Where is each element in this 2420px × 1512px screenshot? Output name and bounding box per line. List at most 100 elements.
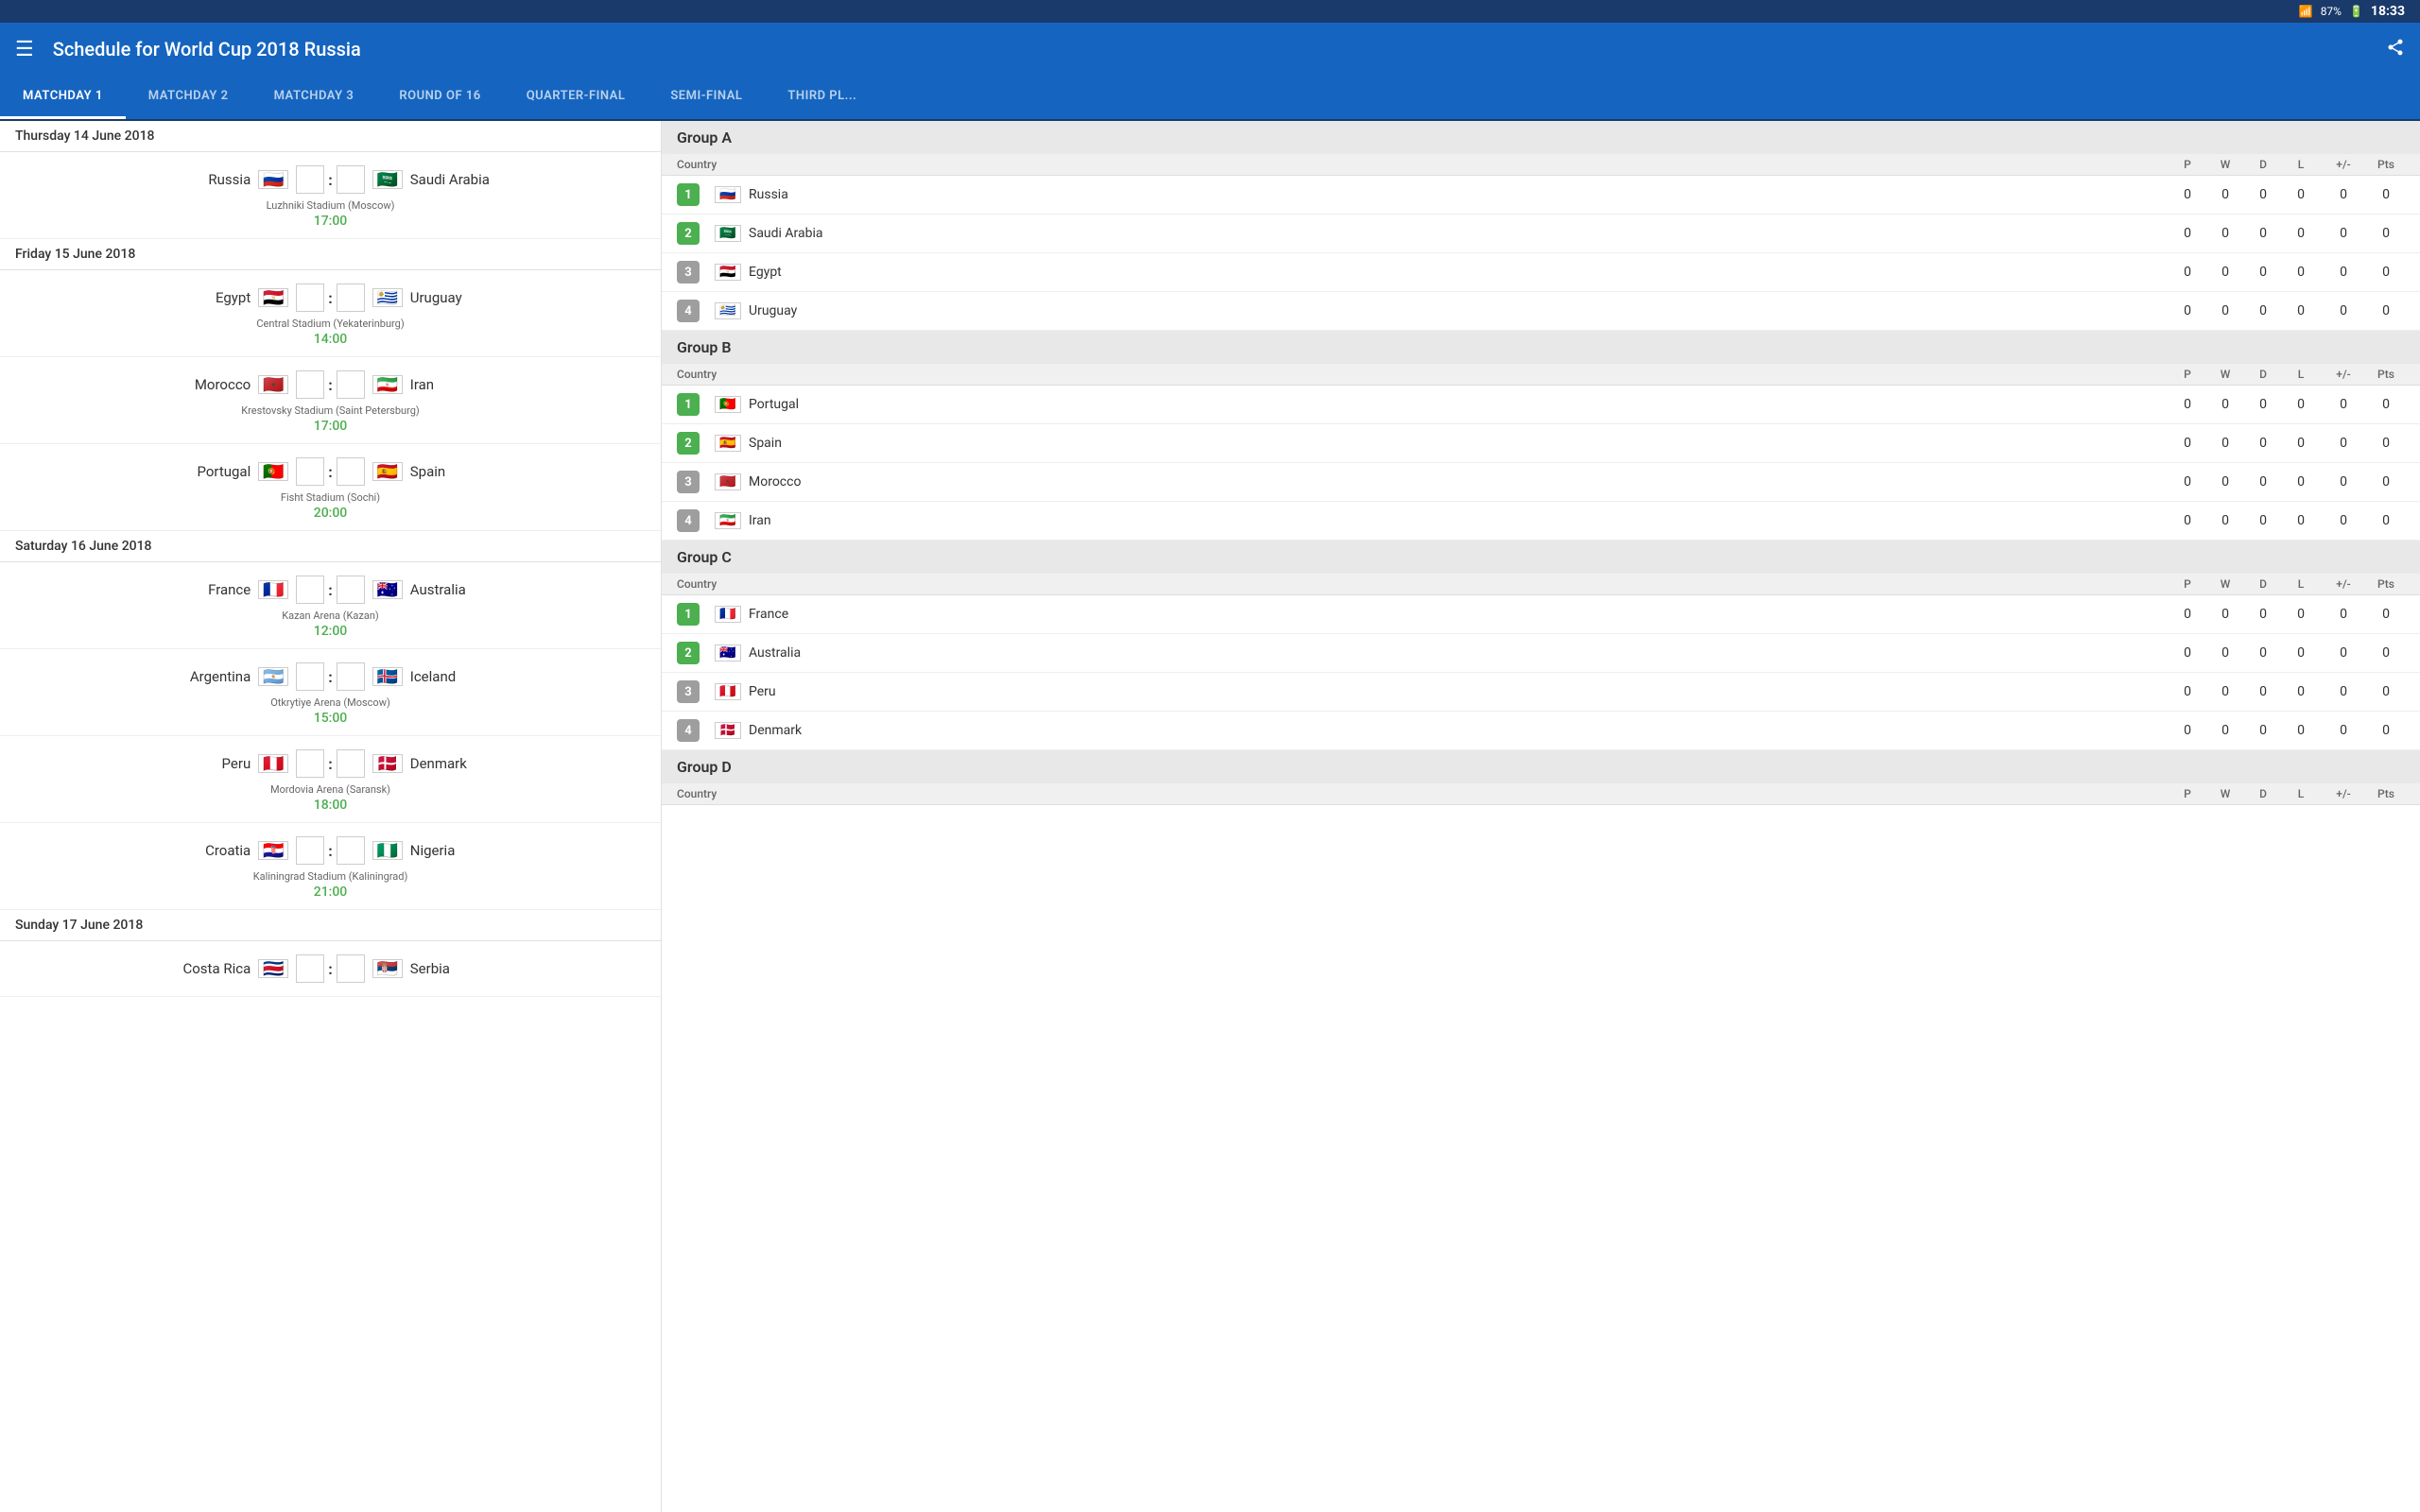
rank-badge: 1 [677, 183, 700, 206]
share-icon[interactable] [2386, 38, 2405, 61]
column-header-pts: Pts [2367, 368, 2405, 381]
rank-badge: 4 [677, 300, 700, 322]
tab-matchday3[interactable]: MATCHDAY 3 [251, 76, 377, 119]
country-flag: 🇵🇹 [715, 396, 741, 413]
stat-cell-pts: 0 [2367, 723, 2405, 738]
stat-cell-pts: 0 [2367, 303, 2405, 318]
team1-flag: 🇫🇷 [258, 580, 288, 599]
match-item: Portugal🇵🇹:🇪🇸SpainFisht Stadium (Sochi)2… [0, 444, 661, 531]
group-team-row: 4🇩🇰Denmark000000 [662, 712, 2420, 750]
column-header-d: D [2244, 577, 2282, 591]
group-header: Group A [662, 121, 2420, 154]
clock: 18:33 [2371, 4, 2405, 19]
group-team-row: 1🇵🇹Portugal000000 [662, 386, 2420, 424]
column-header-d: D [2244, 368, 2282, 381]
tab-round16[interactable]: ROUND OF 16 [376, 76, 503, 119]
column-header-w: W [2206, 368, 2244, 381]
wifi-icon: 📶 [2299, 5, 2313, 18]
hamburger-menu-icon[interactable]: ☰ [15, 38, 34, 61]
column-header-country: Country [677, 368, 2169, 381]
match-teams: Russia🇷🇺:🇸🇦Saudi Arabia [0, 162, 661, 198]
match-time: 21:00 [0, 885, 661, 900]
match-stadium: Otkrytiye Arena (Moscow) [0, 695, 661, 711]
stat-cell-d: 0 [2244, 303, 2282, 318]
day-header: Saturday 16 June 2018 [0, 531, 661, 562]
score-separator: : [328, 289, 333, 307]
stat-cell-w: 0 [2206, 226, 2244, 241]
score-box: : [296, 749, 365, 778]
group-table-header: CountryPWDL+/-Pts [662, 154, 2420, 176]
tab-quarter[interactable]: QUARTER-FINAL [504, 76, 648, 119]
day-header: Sunday 17 June 2018 [0, 910, 661, 941]
stat-cell-d: 0 [2244, 397, 2282, 412]
group-team-row: 3🇪🇬Egypt000000 [662, 253, 2420, 292]
team2-flag: 🇩🇰 [372, 754, 403, 773]
stat-cell-p: 0 [2169, 607, 2206, 622]
rank-badge: 3 [677, 680, 700, 703]
column-header-d: D [2244, 158, 2282, 171]
country-cell: 🇮🇷Iran [715, 512, 2169, 529]
main-content: Thursday 14 June 2018Russia🇷🇺:🇸🇦Saudi Ar… [0, 121, 2420, 1512]
team2-name: Iran [410, 376, 505, 393]
group-team-row: 4🇮🇷Iran000000 [662, 502, 2420, 541]
team1-flag: 🇨🇷 [258, 959, 288, 978]
team2-name: Serbia [410, 960, 505, 977]
stat-cell-l: 0 [2282, 265, 2320, 280]
country-cell: 🇷🇺Russia [715, 186, 2169, 203]
stat-cell-p: 0 [2169, 684, 2206, 699]
group-team-row: 2🇸🇦Saudi Arabia000000 [662, 215, 2420, 253]
stat-cell-l: 0 [2282, 397, 2320, 412]
country-name: Iran [749, 513, 771, 528]
country-name: France [749, 607, 788, 622]
team2-flag: 🇷🇸 [372, 959, 403, 978]
stat-cell-pts: 0 [2367, 645, 2405, 661]
group-section-group-b: Group BCountryPWDL+/-Pts1🇵🇹Portugal00000… [662, 331, 2420, 541]
rank-badge: 2 [677, 432, 700, 455]
country-name: Uruguay [749, 303, 797, 318]
tab-third[interactable]: THIRD PL... [765, 76, 879, 119]
tab-matchday2[interactable]: MATCHDAY 2 [126, 76, 251, 119]
status-bar: 📶 87% 🔋 18:33 [0, 0, 2420, 23]
score-team2 [337, 662, 365, 691]
rank-badge: 3 [677, 471, 700, 493]
stat-cell-pts: 0 [2367, 265, 2405, 280]
country-name: Russia [749, 187, 788, 202]
stat-cell-d: 0 [2244, 436, 2282, 451]
score-box: : [296, 165, 365, 194]
group-table-header: CountryPWDL+/-Pts [662, 364, 2420, 386]
stat-cell-p: 0 [2169, 723, 2206, 738]
stat-cell-pts: 0 [2367, 226, 2405, 241]
stat-cell-d: 0 [2244, 187, 2282, 202]
column-header-pts: Pts [2367, 787, 2405, 800]
team1-name: Morocco [156, 376, 251, 393]
score-separator: : [328, 668, 333, 686]
stat-cell-gd: 0 [2320, 645, 2367, 661]
match-item: France🇫🇷:🇦🇺AustraliaKazan Arena (Kazan)1… [0, 562, 661, 649]
team1-flag: 🇲🇦 [258, 375, 288, 394]
stat-cell-l: 0 [2282, 645, 2320, 661]
group-team-row: 2🇦🇺Australia000000 [662, 634, 2420, 673]
column-header-+/-: +/- [2320, 787, 2367, 800]
matches-panel: Thursday 14 June 2018Russia🇷🇺:🇸🇦Saudi Ar… [0, 121, 662, 1512]
stat-cell-p: 0 [2169, 645, 2206, 661]
tab-semi[interactable]: SEMI-FINAL [648, 76, 765, 119]
column-header-country: Country [677, 577, 2169, 591]
country-flag: 🇸🇦 [715, 225, 741, 242]
score-team1 [296, 836, 324, 865]
match-item: Egypt🇪🇬:🇺🇾UruguayCentral Stadium (Yekate… [0, 270, 661, 357]
match-stadium: Kaliningrad Stadium (Kaliningrad) [0, 868, 661, 885]
group-table-header: CountryPWDL+/-Pts [662, 783, 2420, 805]
team2-flag: 🇸🇦 [372, 170, 403, 189]
stat-cell-p: 0 [2169, 303, 2206, 318]
score-separator: : [328, 842, 333, 860]
team2-flag: 🇦🇺 [372, 580, 403, 599]
score-box: : [296, 836, 365, 865]
tab-matchday1[interactable]: MATCHDAY 1 [0, 76, 126, 119]
score-team2 [337, 749, 365, 778]
score-separator: : [328, 376, 333, 394]
page-title: Schedule for World Cup 2018 Russia [53, 38, 2386, 60]
rank-badge: 2 [677, 642, 700, 664]
column-header-w: W [2206, 787, 2244, 800]
stat-cell-l: 0 [2282, 303, 2320, 318]
team1-name: Egypt [156, 289, 251, 306]
